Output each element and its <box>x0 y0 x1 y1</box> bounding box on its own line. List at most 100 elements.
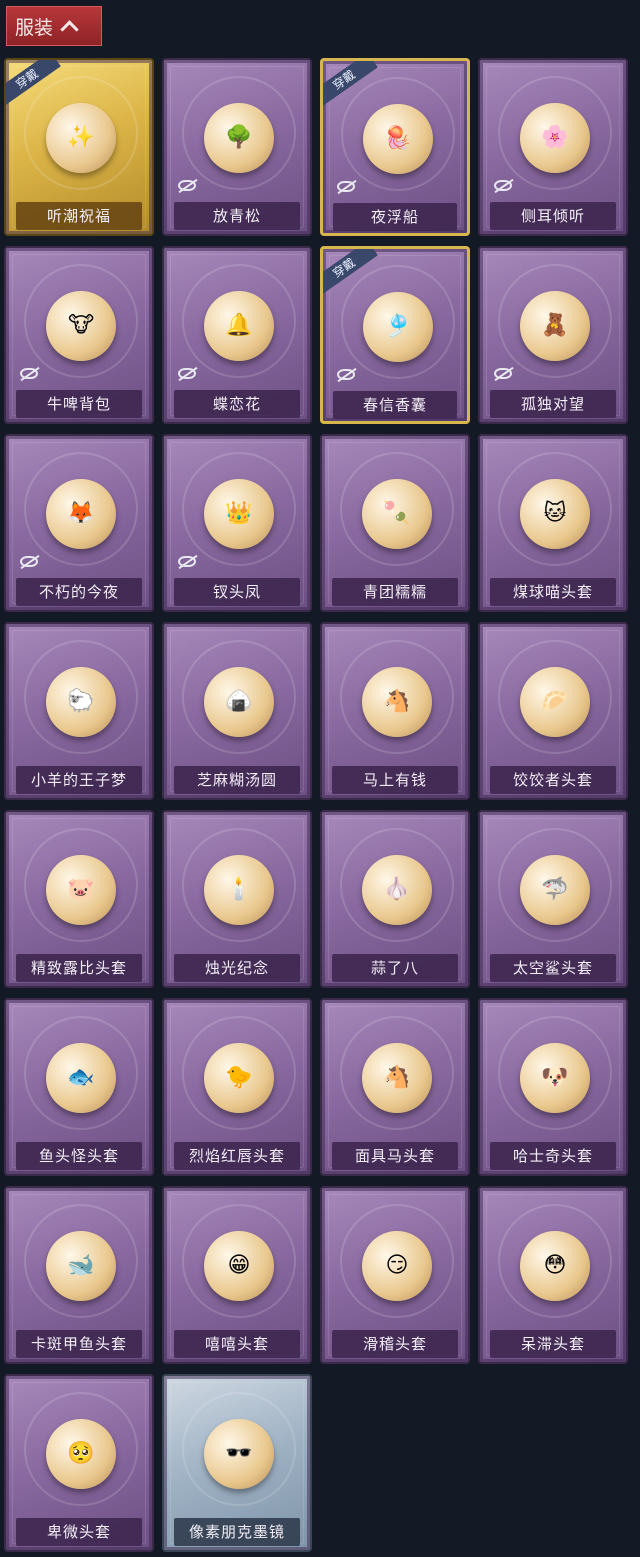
costume-item-label: 蒜了八 <box>332 954 458 982</box>
costume-item-card[interactable]: 🐴 面具马头套 <box>320 998 470 1176</box>
eye-hidden-icon[interactable] <box>337 181 355 192</box>
costume-item-label: 听潮祝福 <box>16 202 142 230</box>
costume-item-card[interactable]: 🧄 蒜了八 <box>320 810 470 988</box>
costume-item-card[interactable]: 🕯️ 烛光纪念 <box>162 810 312 988</box>
costume-preview-icon: 🪼 <box>363 103 433 174</box>
costume-item-card[interactable]: 🐋 卡斑甲鱼头套 <box>4 1186 154 1364</box>
costume-item-card[interactable]: 👑 钗头凤 <box>162 434 312 612</box>
costume-preview-icon: 🐮 <box>46 290 116 361</box>
costume-preview-icon: ✨ <box>46 102 116 173</box>
costume-art: 👑 <box>199 461 279 566</box>
costume-preview-icon: 🦊 <box>46 478 116 549</box>
costume-preview-icon: 🥟 <box>520 666 590 737</box>
costume-art: 🐮 <box>41 273 121 378</box>
costume-item-label: 夜浮船 <box>333 203 457 231</box>
costume-item-card[interactable]: 🥺 卑微头套 <box>4 1374 154 1552</box>
costume-art: 😳 <box>515 1213 595 1318</box>
costume-art: 🦈 <box>515 837 595 942</box>
costume-preview-icon: 🧄 <box>362 854 432 925</box>
costume-item-label: 煤球喵头套 <box>490 578 616 606</box>
costume-art: 🕯️ <box>199 837 279 942</box>
costume-item-label: 鱼头怪头套 <box>16 1142 142 1170</box>
costume-item-label: 卑微头套 <box>16 1518 142 1546</box>
costume-item-label: 小羊的王子梦 <box>16 766 142 794</box>
costume-item-label: 蝶恋花 <box>174 390 300 418</box>
costume-art: 🕶️ <box>199 1401 279 1506</box>
costume-item-card[interactable]: 穿戴 ✨ 听潮祝福 <box>4 58 154 236</box>
costume-item-label: 青团糯糯 <box>332 578 458 606</box>
costume-item-label: 烈焰红唇头套 <box>174 1142 300 1170</box>
costume-item-card[interactable]: 穿戴 🪼 夜浮船 <box>320 58 470 236</box>
costume-art: 🥺 <box>41 1401 121 1506</box>
costume-item-card[interactable]: 🌳 放青松 <box>162 58 312 236</box>
costume-item-card[interactable]: 🍙 芝麻糊汤圆 <box>162 622 312 800</box>
eye-hidden-icon[interactable] <box>494 180 512 191</box>
costume-item-label: 侧耳倾听 <box>490 202 616 230</box>
costume-item-card[interactable]: 😳 呆滞头套 <box>478 1186 628 1364</box>
costume-item-label: 春信香囊 <box>333 391 457 419</box>
costume-preview-icon: 🥺 <box>46 1418 116 1489</box>
costume-item-card[interactable]: 🐴 马上有钱 <box>320 622 470 800</box>
costume-art: 🐋 <box>41 1213 121 1318</box>
eye-hidden-icon[interactable] <box>494 368 512 379</box>
costume-item-card[interactable]: 😁 嘻嘻头套 <box>162 1186 312 1364</box>
costume-preview-icon: 🐟 <box>46 1042 116 1113</box>
costume-art: 🧄 <box>357 837 437 942</box>
costume-item-card[interactable]: 🐮 牛啤背包 <box>4 246 154 424</box>
costume-preview-icon: 🕶️ <box>204 1418 274 1489</box>
costume-item-card[interactable]: 🌸 侧耳倾听 <box>478 58 628 236</box>
costume-item-card[interactable]: 🐶 哈士奇头套 <box>478 998 628 1176</box>
costume-item-label: 嘻嘻头套 <box>174 1330 300 1358</box>
eye-hidden-icon[interactable] <box>20 556 38 567</box>
costume-item-label: 孤独对望 <box>490 390 616 418</box>
costume-preview-icon: 👑 <box>204 478 274 549</box>
costume-item-label: 哈士奇头套 <box>490 1142 616 1170</box>
chevron-up-icon[interactable] <box>60 19 79 39</box>
costume-preview-icon: 🔔 <box>204 290 274 361</box>
costume-preview-icon: 🍡 <box>362 478 432 549</box>
eye-hidden-icon[interactable] <box>178 368 196 379</box>
costume-item-label: 滑稽头套 <box>332 1330 458 1358</box>
costume-item-card[interactable]: 🍡 青团糯糯 <box>320 434 470 612</box>
costume-art: 🐤 <box>199 1025 279 1130</box>
costume-art: 🌳 <box>199 85 279 190</box>
costume-preview-icon: 😏 <box>362 1230 432 1301</box>
costume-preview-icon: 🐶 <box>520 1042 590 1113</box>
costume-item-card[interactable]: 🥟 饺饺者头套 <box>478 622 628 800</box>
costume-item-card[interactable]: 🐤 烈焰红唇头套 <box>162 998 312 1176</box>
costume-art: 🌸 <box>515 85 595 190</box>
costume-preview-icon: 🦈 <box>520 854 590 925</box>
costume-art: 🔔 <box>199 273 279 378</box>
costume-item-label: 放青松 <box>174 202 300 230</box>
costume-item-card[interactable]: 🐑 小羊的王子梦 <box>4 622 154 800</box>
costume-item-card[interactable]: 🐱 煤球喵头套 <box>478 434 628 612</box>
eye-hidden-icon[interactable] <box>20 368 38 379</box>
costume-art: 🐷 <box>41 837 121 942</box>
costume-art: 🧸 <box>515 273 595 378</box>
costume-item-card[interactable]: 穿戴 🎐 春信香囊 <box>320 246 470 424</box>
costume-item-card[interactable]: 😏 滑稽头套 <box>320 1186 470 1364</box>
costume-item-card[interactable]: 🕶️ 像素朋克墨镜 <box>162 1374 312 1552</box>
costume-item-label: 牛啤背包 <box>16 390 142 418</box>
costume-item-card[interactable]: 🔔 蝶恋花 <box>162 246 312 424</box>
costume-item-card[interactable]: 🐟 鱼头怪头套 <box>4 998 154 1176</box>
costume-preview-icon: 🎐 <box>363 291 433 362</box>
costume-art: 🥟 <box>515 649 595 754</box>
costume-art: 🐑 <box>41 649 121 754</box>
eye-hidden-icon[interactable] <box>178 556 196 567</box>
costume-item-label: 烛光纪念 <box>174 954 300 982</box>
costume-art: 🐶 <box>515 1025 595 1130</box>
eye-hidden-icon[interactable] <box>337 369 355 380</box>
costume-preview-icon: 🍙 <box>204 666 274 737</box>
eye-hidden-icon[interactable] <box>178 180 196 191</box>
costume-item-label: 精致露比头套 <box>16 954 142 982</box>
costume-preview-icon: 😳 <box>520 1230 590 1301</box>
costume-item-card[interactable]: 🧸 孤独对望 <box>478 246 628 424</box>
costume-item-card[interactable]: 🦊 不朽的今夜 <box>4 434 154 612</box>
costume-item-card[interactable]: 🐷 精致露比头套 <box>4 810 154 988</box>
costume-art: 🐴 <box>357 1025 437 1130</box>
costume-item-card[interactable]: 🦈 太空鲨头套 <box>478 810 628 988</box>
costume-art: 🐴 <box>357 649 437 754</box>
costume-category-tab[interactable]: 服装 <box>6 6 102 46</box>
costume-item-label: 钗头凤 <box>174 578 300 606</box>
